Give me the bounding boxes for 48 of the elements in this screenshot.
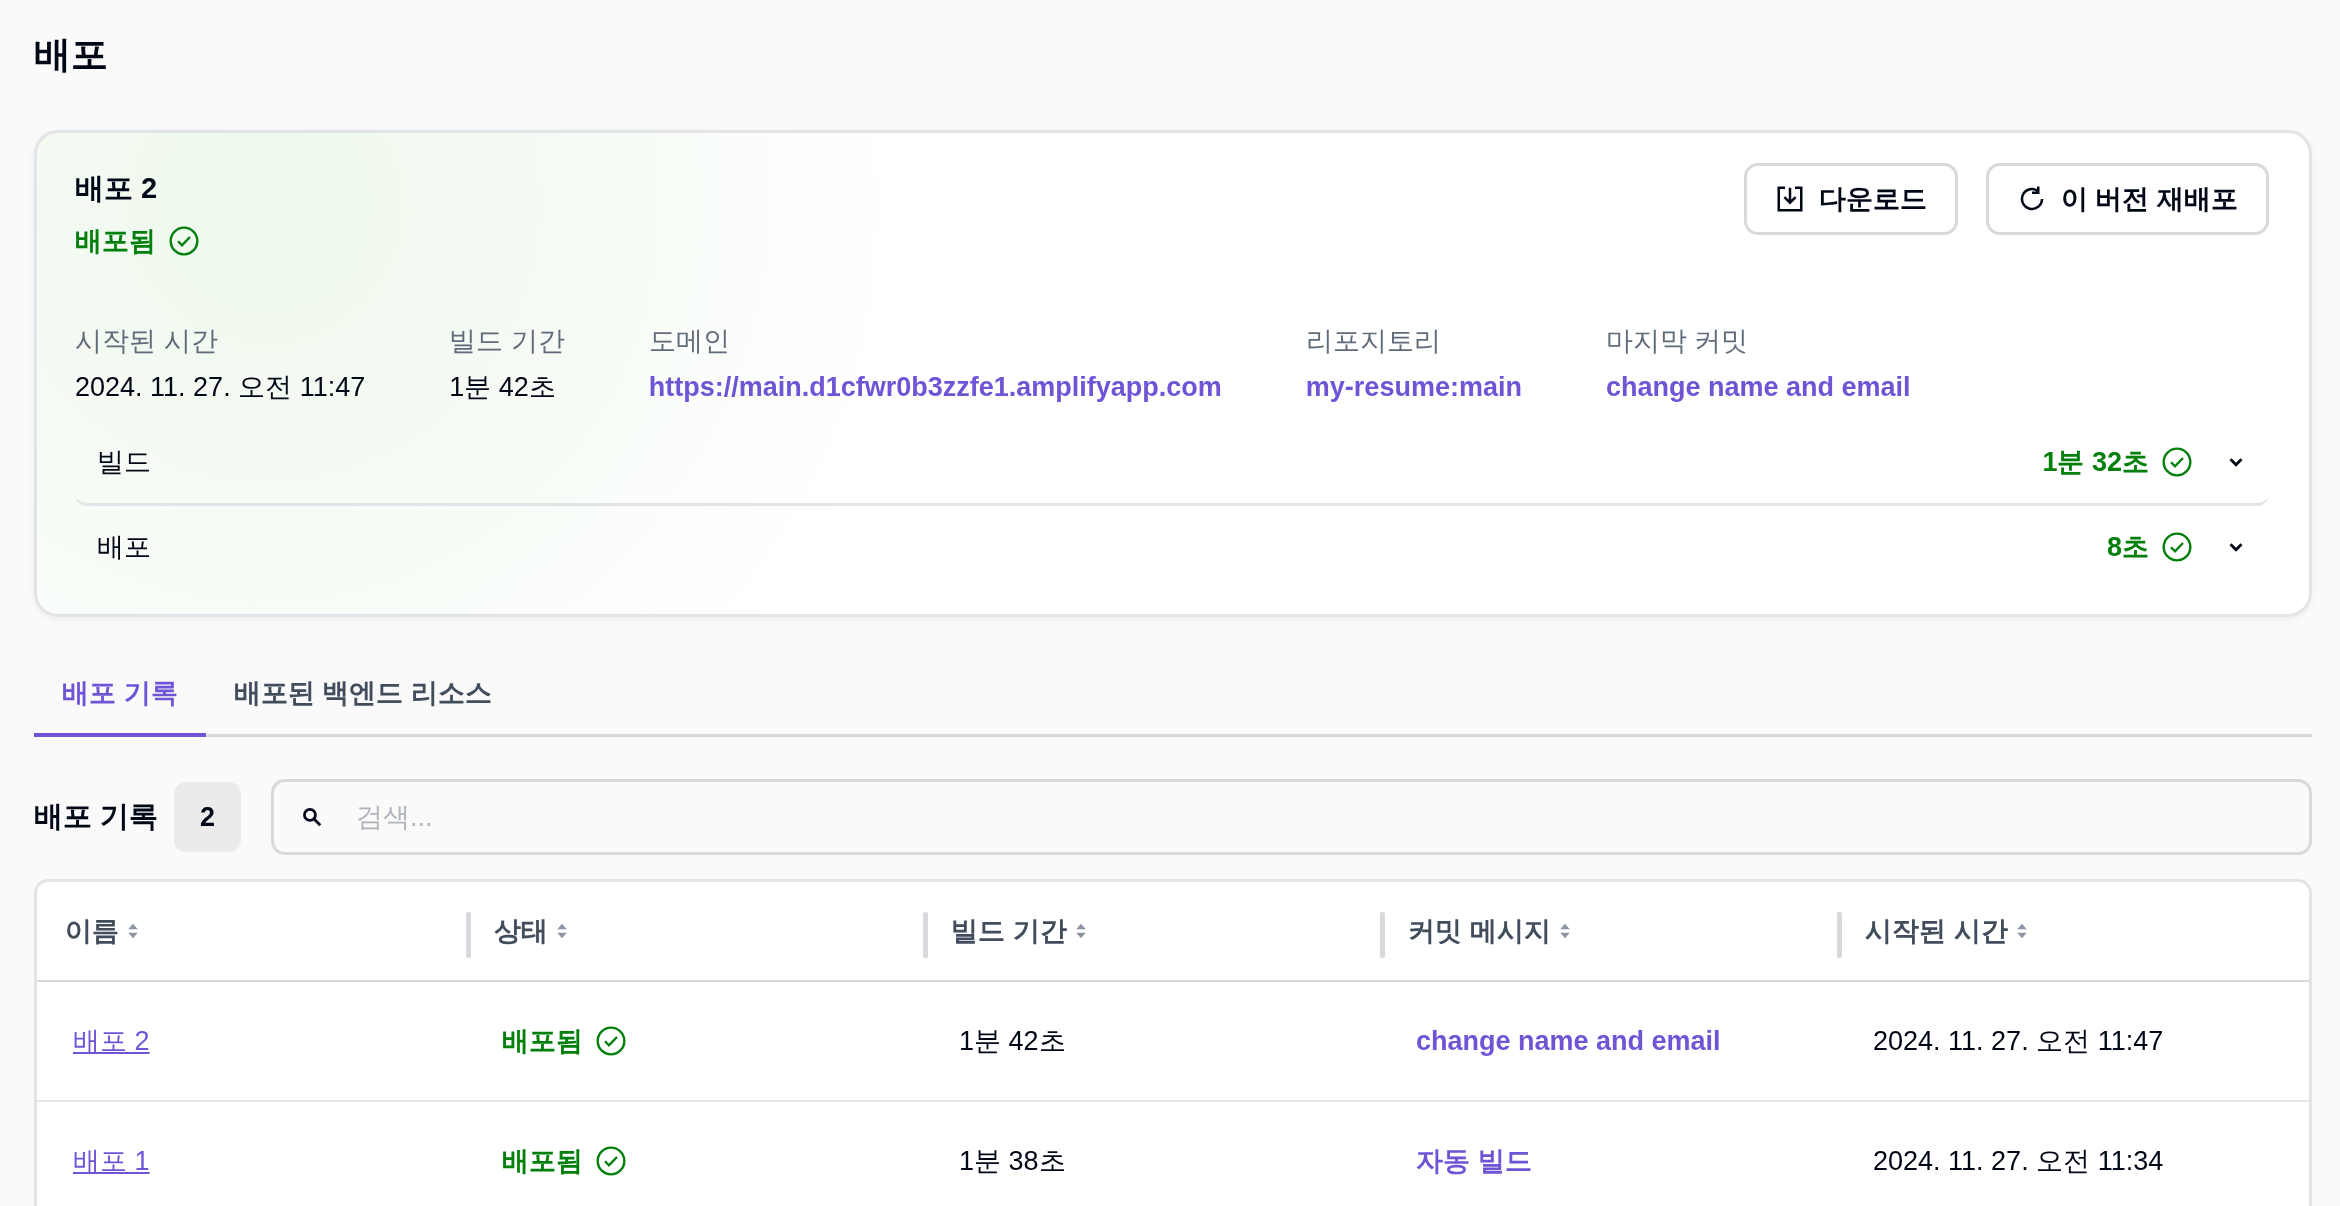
- deployment-link[interactable]: 배포 1: [73, 1143, 150, 1179]
- status-label: 배포됨: [502, 1025, 583, 1058]
- page-title: 배포: [34, 33, 109, 77]
- stage-duration: 1분 32초: [2042, 446, 2149, 479]
- status-label: 배포됨: [75, 225, 156, 258]
- detail-label: 시작된 시간: [75, 325, 219, 358]
- detail-link[interactable]: https://main.d1cfwr0b3zzfe1.amplifyapp.com: [648, 367, 1222, 407]
- detail-link[interactable]: my-resume:main: [1305, 367, 1522, 407]
- count-badge: 2: [174, 782, 242, 852]
- table-cell-text: 1분 38초: [959, 1145, 1066, 1178]
- tab[interactable]: 배포된 백엔드 리소스: [205, 655, 520, 737]
- sort-icon[interactable]: [1558, 921, 1571, 941]
- column-header[interactable]: 상태: [494, 913, 548, 949]
- commit-link[interactable]: change name and email: [1416, 1025, 1721, 1057]
- detail-label: 마지막 커밋: [1605, 325, 1750, 358]
- sort-icon[interactable]: [2015, 921, 2028, 941]
- table-cell-text: 2024. 11. 27. 오전 11:47: [1873, 1025, 2164, 1058]
- tab[interactable]: 배포 기록: [34, 655, 206, 737]
- stage-duration: 8초: [2106, 531, 2149, 564]
- stage-name: 배포: [97, 531, 151, 564]
- table-cell-text: 1분 42초: [959, 1025, 1066, 1058]
- action-button[interactable]: 이 버전 재배포: [1986, 163, 2269, 235]
- deployment-title: 배포 2: [75, 171, 159, 206]
- search-field[interactable]: 검색...: [271, 779, 2312, 855]
- sort-icon[interactable]: [127, 921, 139, 941]
- section-title: 배포 기록: [34, 799, 159, 834]
- sort-icon[interactable]: [1074, 921, 1087, 941]
- status-label: 배포됨: [502, 1145, 583, 1178]
- deployment-link[interactable]: 배포 2: [73, 1023, 150, 1059]
- stage-name: 빌드: [97, 446, 151, 479]
- detail-value: 1분 42초: [449, 371, 557, 404]
- commit-link[interactable]: 자동 빌드: [1416, 1143, 1532, 1179]
- column-header[interactable]: 이름: [65, 913, 119, 949]
- column-header[interactable]: 시작된 시간: [1865, 913, 2008, 949]
- detail-label: 리포지토리: [1305, 325, 1442, 358]
- detail-label: 빌드 기간: [449, 325, 565, 358]
- column-header[interactable]: 빌드 기간: [951, 913, 1067, 949]
- detail-link[interactable]: change name and email: [1605, 367, 1911, 407]
- stage-row[interactable]: 빌드 1분 32초: [75, 421, 2269, 506]
- action-button[interactable]: 다운로드: [1744, 163, 1958, 235]
- table-cell-text: 2024. 11. 27. 오전 11:34: [1873, 1145, 2164, 1178]
- search-icon: [301, 806, 324, 828]
- detail-label: 도메인: [648, 325, 731, 358]
- sort-icon[interactable]: [556, 921, 568, 941]
- stage-row[interactable]: 배포 8초: [75, 506, 2269, 588]
- detail-value: 2024. 11. 27. 오전 11:47: [75, 371, 366, 404]
- column-header[interactable]: 커밋 메시지: [1408, 913, 1551, 949]
- download-icon: [1775, 184, 1805, 214]
